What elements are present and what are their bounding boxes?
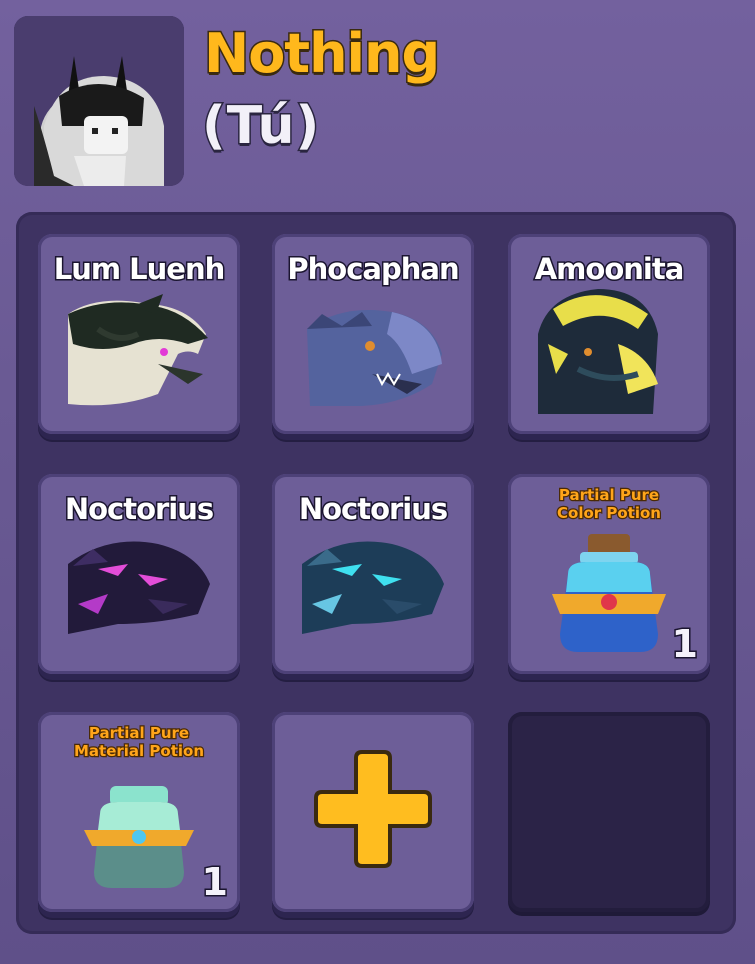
item-quantity: 1 — [200, 859, 230, 906]
slot-label: Partial Pure Material Potion — [73, 723, 206, 762]
add-item-button[interactable] — [272, 712, 474, 912]
username: Nothing — [202, 21, 441, 87]
display-name: (Tú) — [200, 95, 321, 158]
item-quantity: 1 — [670, 621, 700, 668]
slot-label: Lum Luenh — [52, 251, 227, 288]
slot-label: Partial Pure Color Potion — [556, 485, 662, 524]
inventory-slot-color-potion[interactable]: Partial Pure Color Potion 1 — [508, 474, 710, 674]
slot-label: Amoonita — [533, 251, 686, 288]
inventory-slot-lum-luenh[interactable]: Lum Luenh — [38, 234, 240, 434]
avatar[interactable] — [14, 16, 184, 186]
slot-label: Noctorius — [63, 491, 215, 528]
inventory-slot-phocaphan[interactable]: Phocaphan — [272, 234, 474, 434]
avatar-portrait — [14, 16, 184, 186]
inventory-slot-noctorius-purple[interactable]: Noctorius — [38, 474, 240, 674]
plus-icon — [314, 750, 432, 868]
inventory-slot-noctorius-cyan[interactable]: Noctorius — [272, 474, 474, 674]
slot-label: Noctorius — [297, 491, 449, 528]
inventory-slot-empty[interactable] — [508, 712, 710, 912]
slot-label: Phocaphan — [286, 251, 461, 288]
inventory-panel: Lum Luenh Phocaphan Amoonita Noctorius N… — [16, 212, 736, 934]
inventory-slot-material-potion[interactable]: Partial Pure Material Potion 1 — [38, 712, 240, 912]
inventory-slot-amoonita[interactable]: Amoonita — [508, 234, 710, 434]
